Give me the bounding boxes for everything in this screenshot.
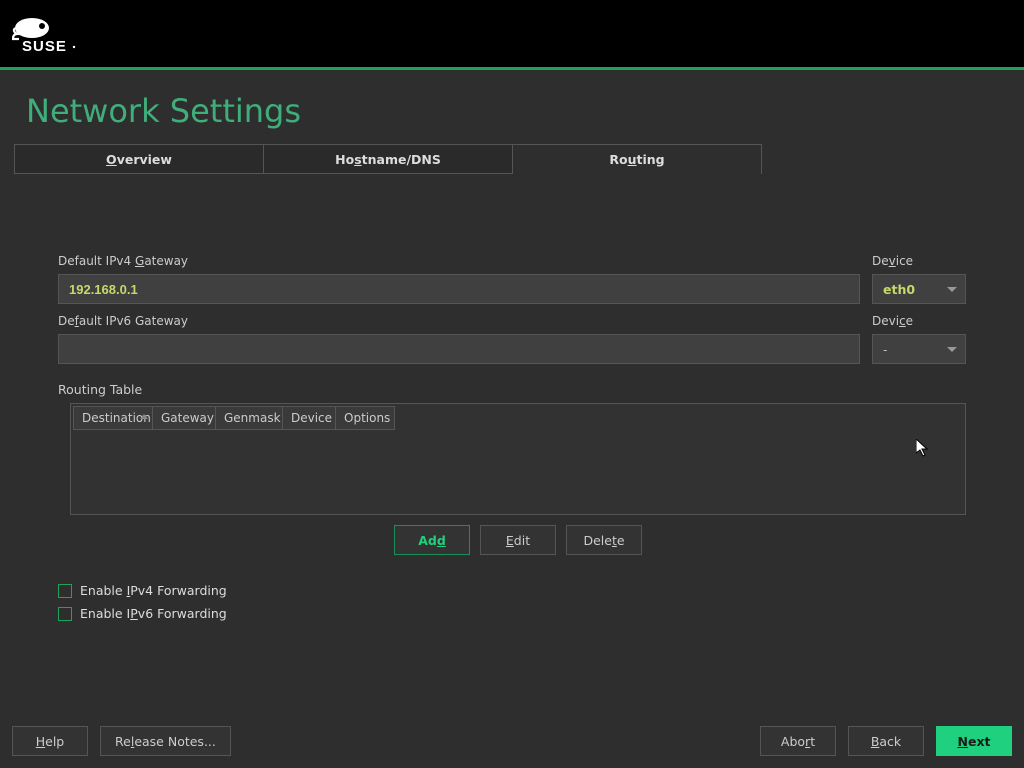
ipv4-gateway-label: Default IPv4 Gateway bbox=[58, 254, 860, 268]
routing-table-label: Routing Table bbox=[58, 382, 966, 397]
release-notes-button[interactable]: Release Notes... bbox=[100, 726, 231, 756]
enable-ipv4-forwarding-checkbox[interactable]: Enable IPv4 Forwarding bbox=[58, 583, 966, 598]
content-area: Network Settings Overview Hostname/DNS R… bbox=[0, 70, 1024, 768]
add-button[interactable]: Add bbox=[394, 525, 470, 555]
ipv6-device-value: - bbox=[883, 342, 888, 357]
tab-routing[interactable]: Routing bbox=[512, 144, 762, 174]
back-button[interactable]: Back bbox=[848, 726, 924, 756]
ipv4-device-label: Device bbox=[872, 254, 966, 268]
edit-button[interactable]: Edit bbox=[480, 525, 556, 555]
chevron-down-icon bbox=[947, 287, 957, 292]
help-button[interactable]: Help bbox=[12, 726, 88, 756]
page-title: Network Settings bbox=[26, 92, 1012, 130]
chevron-down-icon bbox=[947, 347, 957, 352]
delete-button[interactable]: Delete bbox=[566, 525, 642, 555]
routing-table-header: Destination Gateway Genmask Device Optio… bbox=[73, 406, 963, 430]
enable-ipv6-forwarding-checkbox[interactable]: Enable IPv6 Forwarding bbox=[58, 606, 966, 621]
ipv4-device-select[interactable]: eth0 bbox=[872, 274, 966, 304]
ipv4-device-value: eth0 bbox=[883, 282, 915, 297]
footer-bar: Help Release Notes... Abort Back Next bbox=[12, 726, 1012, 756]
checkbox-icon bbox=[58, 584, 72, 598]
col-device[interactable]: Device bbox=[282, 406, 336, 430]
tab-hostname-dns[interactable]: Hostname/DNS bbox=[263, 144, 513, 174]
ipv4-gateway-input[interactable] bbox=[58, 274, 860, 304]
app-header: SUSE bbox=[0, 0, 1024, 67]
routing-table[interactable]: Destination Gateway Genmask Device Optio… bbox=[70, 403, 966, 515]
next-button[interactable]: Next bbox=[936, 726, 1012, 756]
ipv6-gateway-label: Default IPv6 Gateway bbox=[58, 314, 860, 328]
routing-form: Default IPv4 Gateway Device eth0 Default… bbox=[12, 174, 1012, 629]
enable-ipv6-forwarding-label: Enable IPv6 Forwarding bbox=[80, 606, 227, 621]
col-gateway[interactable]: Gateway bbox=[152, 406, 216, 430]
checkbox-icon bbox=[58, 607, 72, 621]
col-destination[interactable]: Destination bbox=[73, 406, 153, 430]
ipv6-device-select[interactable]: - bbox=[872, 334, 966, 364]
abort-button[interactable]: Abort bbox=[760, 726, 836, 756]
tab-bar: Overview Hostname/DNS Routing bbox=[14, 144, 1012, 174]
col-options[interactable]: Options bbox=[335, 406, 395, 430]
ipv6-gateway-input[interactable] bbox=[58, 334, 860, 364]
col-genmask[interactable]: Genmask bbox=[215, 406, 283, 430]
suse-logo: SUSE bbox=[12, 13, 82, 55]
enable-ipv4-forwarding-label: Enable IPv4 Forwarding bbox=[80, 583, 227, 598]
ipv6-device-label: Device bbox=[872, 314, 966, 328]
sort-asc-icon bbox=[140, 414, 148, 419]
svg-text:SUSE: SUSE bbox=[22, 38, 67, 55]
tab-overview[interactable]: Overview bbox=[14, 144, 264, 174]
